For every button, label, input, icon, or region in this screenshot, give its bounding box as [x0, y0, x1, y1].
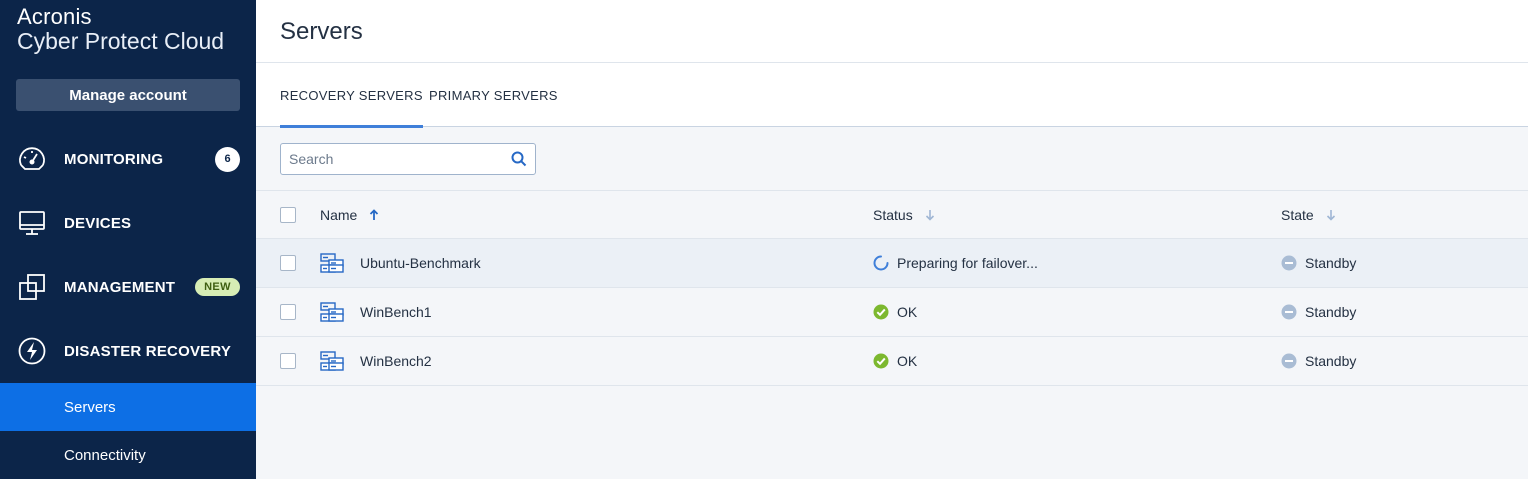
- nav-item-management[interactable]: MANAGEMENT NEW: [0, 255, 256, 319]
- standby-icon: [1281, 353, 1297, 369]
- sort-arrow-down-icon: [925, 210, 934, 221]
- column-label-name: Name: [320, 207, 358, 223]
- sort-ascending-icon: [370, 209, 379, 220]
- manage-account-button[interactable]: Manage account: [16, 79, 240, 111]
- new-badge: NEW: [195, 278, 240, 296]
- standby-icon: [1281, 255, 1297, 271]
- nav-label-disaster-recovery: DISASTER RECOVERY: [64, 342, 232, 360]
- brand-logo: Acronis Cyber Protect Cloud: [17, 6, 224, 53]
- select-all-checkbox[interactable]: [280, 207, 296, 223]
- sidebar: Acronis Cyber Protect Cloud Manage accou…: [0, 0, 256, 479]
- column-header-status[interactable]: Status: [873, 191, 935, 239]
- row-checkbox[interactable]: [280, 255, 296, 271]
- state-cell: Standby: [1281, 239, 1356, 287]
- row-checkbox[interactable]: [280, 304, 296, 320]
- spinner-icon: [873, 255, 889, 271]
- server-icon: [320, 351, 344, 371]
- column-header-name[interactable]: Name: [320, 191, 379, 239]
- nav-item-disaster-recovery[interactable]: DISASTER RECOVERY: [0, 319, 256, 383]
- nav-label-devices: DEVICES: [64, 214, 132, 232]
- state-text: Standby: [1305, 255, 1357, 271]
- column-label-state: State: [1281, 207, 1314, 223]
- standby-icon: [1281, 304, 1297, 320]
- stacked-squares-icon: [16, 271, 48, 303]
- search-icon[interactable]: [511, 151, 527, 167]
- state-text: Standby: [1305, 304, 1357, 320]
- search-box: [280, 143, 536, 175]
- table-row[interactable]: WinBench1 OK Standby: [256, 288, 1528, 337]
- tab-recovery-servers[interactable]: RECOVERY SERVERS: [280, 63, 423, 128]
- server-name[interactable]: Ubuntu-Benchmark: [360, 239, 481, 287]
- status-text: OK: [897, 353, 918, 369]
- subnav-item-connectivity[interactable]: Connectivity: [0, 431, 256, 479]
- table-row[interactable]: WinBench2 OK Standby: [256, 337, 1528, 386]
- server-icon: [320, 253, 344, 273]
- nav-label-management: MANAGEMENT: [64, 278, 176, 296]
- nav-label-monitoring: MONITORING: [64, 150, 164, 168]
- status-cell: OK: [873, 288, 917, 336]
- table-row[interactable]: Ubuntu-Benchmark Preparing for failover.…: [256, 239, 1528, 288]
- brand-name: Acronis: [17, 4, 92, 29]
- nav-item-monitoring[interactable]: MONITORING 6: [0, 127, 256, 191]
- sort-arrow-down-icon: [1326, 210, 1335, 221]
- tab-bar: RECOVERY SERVERS PRIMARY SERVERS: [256, 63, 1528, 128]
- server-icon: [320, 302, 344, 322]
- table-header: Name Status State: [256, 190, 1528, 239]
- status-cell: OK: [873, 337, 917, 385]
- state-cell: Standby: [1281, 337, 1356, 385]
- lightning-icon: [16, 335, 48, 367]
- column-label-status: Status: [873, 207, 913, 223]
- speedometer-icon: [16, 143, 48, 175]
- tab-primary-servers[interactable]: PRIMARY SERVERS: [429, 63, 558, 127]
- column-header-state[interactable]: State: [1281, 191, 1336, 239]
- state-cell: Standby: [1281, 288, 1356, 336]
- ok-check-icon: [873, 353, 889, 369]
- state-text: Standby: [1305, 353, 1357, 369]
- ok-check-icon: [873, 304, 889, 320]
- monitor-icon: [16, 207, 48, 239]
- page-title: Servers: [280, 18, 363, 45]
- row-checkbox[interactable]: [280, 353, 296, 369]
- status-text: OK: [897, 304, 918, 320]
- subnav-item-servers[interactable]: Servers: [0, 383, 256, 431]
- server-name[interactable]: WinBench2: [360, 337, 432, 385]
- status-text: Preparing for failover...: [897, 255, 1038, 271]
- search-input[interactable]: [281, 144, 501, 174]
- alerts-count-badge: 6: [215, 146, 240, 172]
- status-cell: Preparing for failover...: [873, 239, 1038, 287]
- nav-item-devices[interactable]: DEVICES: [0, 191, 256, 255]
- product-name: Cyber Protect Cloud: [17, 28, 225, 54]
- main-content: Servers RECOVERY SERVERS PRIMARY SERVERS…: [256, 0, 1528, 479]
- server-name[interactable]: WinBench1: [360, 288, 432, 336]
- page-header: Servers: [256, 0, 1528, 63]
